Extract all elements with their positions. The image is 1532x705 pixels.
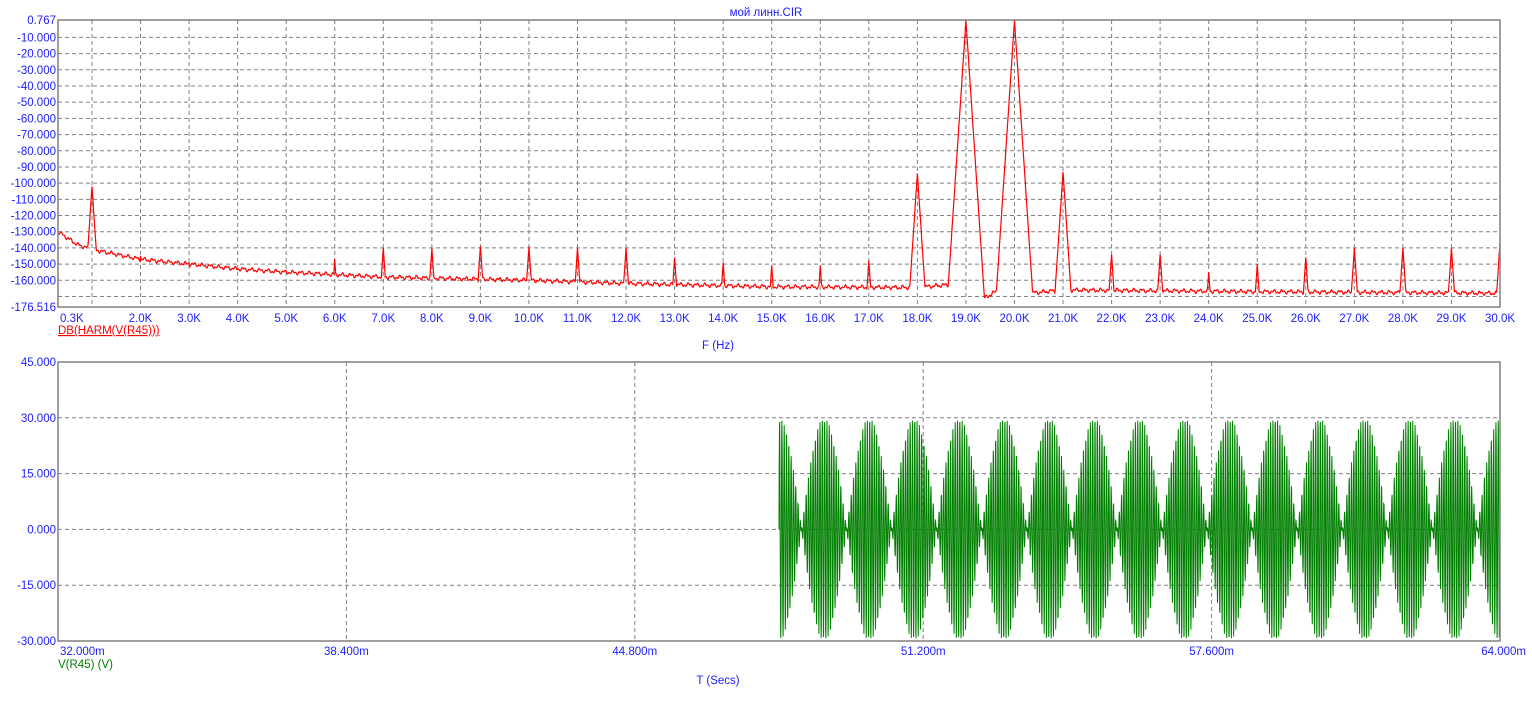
x-tick-label: 29.0K	[1436, 313, 1466, 325]
y-tick-label: -15.000	[17, 580, 56, 592]
spectrum-plot: мой линн.CIR 0.767 -10.000 -20.000 -30.000 -…	[11, 7, 1516, 352]
x-tick-label: 30.0K	[1485, 313, 1515, 325]
y-tick-label: -120.000	[11, 211, 56, 223]
spectrum-tick-labels: 0.767 -10.000 -20.000 -30.000 -40.000 -50.000…	[11, 15, 1516, 325]
x-tick-label: 8.0K	[420, 313, 444, 325]
x-tick-label: 23.0K	[1145, 313, 1175, 325]
y-tick-label: -150.000	[11, 259, 56, 271]
spectrum-trace	[57, 20, 1501, 299]
x-tick-label: 13.0K	[660, 313, 690, 325]
y-tick-label: 15.000	[21, 469, 56, 481]
x-tick-label: 51.200m	[901, 646, 946, 658]
y-tick-label: 30.000	[21, 413, 56, 425]
x-tick-label: 27.0K	[1339, 313, 1369, 325]
x-tick-label: 11.0K	[563, 313, 593, 325]
spectrum-grid	[58, 20, 1500, 307]
x-tick-label: 14.0K	[708, 313, 738, 325]
y-tick-label: -40.000	[17, 81, 56, 93]
x-tick-label: 4.0K	[226, 313, 250, 325]
plot-title: мой линн.CIR	[730, 7, 803, 19]
y-tick-label: -80.000	[17, 146, 56, 158]
x-tick-label: 2.0K	[129, 313, 153, 325]
x-tick-label: 22.0K	[1097, 313, 1127, 325]
x-tick-label: 3.0K	[177, 313, 201, 325]
x-tick-label: 24.0K	[1194, 313, 1224, 325]
y-tick-label: -20.000	[17, 49, 56, 61]
x-tick-label: 20.0K	[999, 313, 1029, 325]
y-tick-label: 0.000	[27, 524, 56, 536]
x-tick-label: 57.600m	[1189, 646, 1234, 658]
y-tick-label: -30.000	[17, 636, 56, 648]
x-tick-label: 6.0K	[323, 313, 347, 325]
x-tick-label: 28.0K	[1388, 313, 1418, 325]
y-tick-label: -176.516	[11, 302, 56, 314]
x-tick-label: 9.0K	[469, 313, 493, 325]
spectrum-legend[interactable]: DB(HARM(V(R45)))	[58, 325, 160, 337]
y-tick-label: -60.000	[17, 113, 56, 125]
x-tick-label: 26.0K	[1291, 313, 1321, 325]
x-tick-label: 19.0K	[951, 313, 981, 325]
waveform-legend[interactable]: V(R45) (V)	[58, 659, 113, 671]
y-tick-label: -130.000	[11, 227, 56, 239]
x-tick-label: 16.0K	[805, 313, 835, 325]
y-tick-label: 0.767	[27, 15, 56, 27]
waveform-x-label: T (Secs)	[696, 675, 739, 687]
x-tick-label: 18.0K	[902, 313, 932, 325]
y-tick-label: -10.000	[17, 32, 56, 44]
plots-canvas: мой линн.CIR 0.767 -10.000 -20.000 -30.000 -…	[11, 7, 1526, 687]
y-tick-label: -70.000	[17, 130, 56, 142]
x-tick-label: 7.0K	[371, 313, 395, 325]
y-tick-label: -110.000	[11, 194, 56, 206]
x-tick-label: 64.000m	[1481, 646, 1526, 658]
x-tick-label: 5.0K	[274, 313, 298, 325]
x-tick-label: 32.000m	[60, 646, 105, 658]
y-tick-label: -90.000	[17, 162, 56, 174]
y-tick-label: -100.000	[11, 178, 56, 190]
y-tick-label: -160.000	[11, 275, 56, 287]
y-tick-label: 45.000	[21, 357, 56, 369]
waveform-trace	[778, 420, 1501, 639]
x-tick-label: 12.0K	[611, 313, 641, 325]
x-tick-label: 21.0K	[1048, 313, 1078, 325]
y-tick-label: -30.000	[17, 65, 56, 77]
waveform-tick-labels: 45.000 30.000 15.000 0.000 -15.000 -30.000 32.…	[17, 357, 1526, 658]
x-tick-label: 0.3K	[60, 313, 84, 325]
y-tick-label: -140.000	[11, 243, 56, 255]
waveform-plot: 45.000 30.000 15.000 0.000 -15.000 -30.000 32.…	[17, 357, 1526, 687]
x-tick-label: 44.800m	[612, 646, 657, 658]
y-tick-label: -50.000	[17, 97, 56, 109]
x-tick-label: 38.400m	[324, 646, 369, 658]
x-tick-label: 17.0K	[854, 313, 884, 325]
x-tick-label: 25.0K	[1242, 313, 1272, 325]
spectrum-x-label: F (Hz)	[702, 340, 734, 352]
x-tick-label: 10.0K	[514, 313, 544, 325]
x-tick-label: 15.0K	[757, 313, 787, 325]
